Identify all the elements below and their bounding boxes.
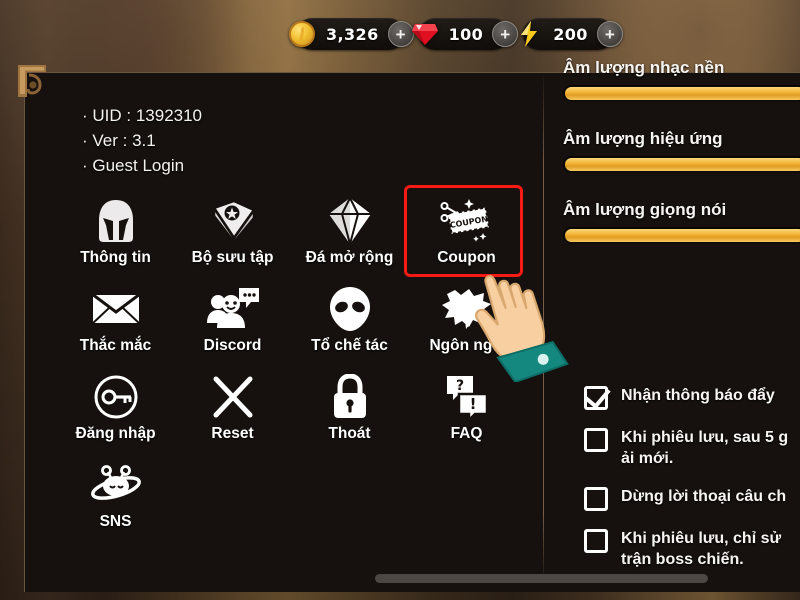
gold-value: 3,326: [326, 24, 379, 44]
coupon-ticket-icon: COUPON: [438, 196, 496, 246]
currency-energy: 200 +: [521, 18, 623, 50]
currency-gem: 100 +: [411, 18, 519, 50]
menu-label: Bộ sưu tập: [191, 249, 274, 266]
menu-label: Thông tin: [80, 249, 151, 266]
speech-burst-icon: [441, 284, 493, 334]
account-info: · UID : 1392310 · Ver : 3.1 · Guest Logi…: [82, 103, 202, 178]
menu-item-thac-mac[interactable]: Thắc mắc: [57, 281, 174, 369]
checkbox-label: Khi phiêu lưu, sau 5 g ải mới.: [621, 429, 789, 467]
gem-icon: [410, 19, 440, 49]
slider-label: Âm lượng hiệu ứng: [563, 129, 723, 148]
diamond-icon: [327, 196, 373, 246]
menu-label: SNS: [99, 513, 132, 530]
menu-grid: Thông tin Bộ sưu tập Đá mở rộng COUPON C…: [57, 185, 527, 545]
checkbox-box[interactable]: [584, 487, 608, 511]
currency-gold: 3,326 +: [289, 18, 414, 50]
menu-item-thong-tin[interactable]: Thông tin: [57, 193, 174, 281]
menu-label: Thoát: [328, 425, 371, 442]
menu-item-to-che-tac[interactable]: Tổ chế tác: [291, 281, 408, 369]
menu-label: Tổ chế tác: [311, 337, 388, 354]
options-checkbox-list: Nhận thông báo đẩy Khi phiêu lưu, sau 5 …: [584, 385, 800, 587]
energy-bolt-icon: [514, 19, 544, 49]
saturn-alien-icon: [90, 460, 142, 510]
faq-bubbles-icon: ? !: [443, 372, 491, 422]
checkbox-label: Dừng lời thoại câu ch: [621, 488, 787, 505]
checkbox-box[interactable]: [584, 428, 608, 452]
menu-item-discord[interactable]: Discord: [174, 281, 291, 369]
svg-text:!: !: [469, 395, 476, 413]
slider-label: Âm lượng giọng nói: [563, 200, 727, 219]
menu-item-faq[interactable]: ? ! FAQ: [408, 369, 525, 457]
gem-value: 100: [448, 24, 484, 44]
currency-bar: 3,326 + 100 + 200 +: [289, 18, 623, 50]
slider-block-sfx: Âm lượng hiệu ứng: [563, 129, 800, 173]
envelope-icon: [90, 284, 142, 334]
menu-item-dang-nhap[interactable]: Đăng nhập: [57, 369, 174, 457]
discord-users-icon: [206, 284, 260, 334]
menu-item-ngon-ngu[interactable]: Ngôn ngữ: [408, 281, 525, 369]
energy-add-button[interactable]: +: [596, 21, 623, 47]
slider-label: Âm lượng nhạc nền: [563, 58, 725, 77]
panel-divider: [543, 72, 544, 584]
checkbox-label: Nhận thông báo đẩy: [621, 387, 775, 404]
lock-icon: [331, 372, 369, 422]
checkbox-row-adventure-stage[interactable]: Khi phiêu lưu, sau 5 g ải mới.: [584, 427, 800, 469]
menu-label: Thắc mắc: [79, 337, 152, 354]
horizontal-scrollbar[interactable]: [375, 574, 708, 583]
version-text: · Ver : 3.1: [82, 131, 156, 150]
checkbox-box[interactable]: [584, 386, 608, 410]
menu-item-reset[interactable]: Reset: [174, 369, 291, 457]
uid-text: · UID : 1392310: [82, 106, 203, 125]
menu-item-thoat[interactable]: Thoát: [291, 369, 408, 457]
slider-block-voice: Âm lượng giọng nói: [563, 200, 800, 244]
menu-label: Reset: [211, 425, 254, 442]
key-circle-icon: [93, 372, 139, 422]
menu-item-sns[interactable]: SNS: [57, 457, 174, 545]
voice-volume-slider[interactable]: [563, 227, 800, 244]
menu-label: Coupon: [437, 249, 496, 266]
slider-fill: [565, 87, 800, 100]
slider-fill: [565, 158, 800, 171]
book-icon: [208, 196, 258, 246]
menu-item-coupon[interactable]: COUPON Coupon: [404, 185, 525, 281]
energy-value: 200: [553, 24, 588, 44]
checkbox-row-push-notifications[interactable]: Nhận thông báo đẩy: [584, 385, 800, 410]
audio-settings: Âm lượng nhạc nền Âm lượng hiệu ứng Âm l…: [563, 58, 800, 271]
menu-label: Discord: [203, 337, 262, 354]
alien-head-icon: [329, 284, 371, 334]
sfx-volume-slider[interactable]: [563, 156, 800, 173]
checkbox-row-skip-dialogue[interactable]: Dừng lời thoại câu ch: [584, 486, 800, 511]
menu-item-da-mo-rong[interactable]: Đá mở rộng: [291, 193, 408, 281]
menu-label: Đá mở rộng: [305, 249, 394, 266]
menu-label: FAQ: [450, 425, 483, 442]
checkbox-row-boss-battle[interactable]: Khi phiêu lưu, chỉ sử trận boss chiến.: [584, 528, 800, 570]
bgm-volume-slider[interactable]: [563, 85, 800, 102]
login-text: · Guest Login: [82, 156, 185, 175]
coin-icon: [287, 19, 317, 49]
menu-label: Đăng nhập: [75, 425, 156, 442]
x-cross-icon: [211, 372, 255, 422]
menu-item-bo-suu-tap[interactable]: Bộ sưu tập: [174, 193, 291, 281]
svg-text:?: ?: [455, 378, 463, 394]
checkbox-box[interactable]: [584, 529, 608, 553]
slider-fill: [565, 229, 800, 242]
helmet-icon: [94, 196, 138, 246]
slider-block-bgm: Âm lượng nhạc nền: [563, 58, 800, 102]
menu-label: Ngôn ngữ: [429, 337, 504, 354]
checkbox-label: Khi phiêu lưu, chỉ sử trận boss chiến.: [621, 530, 782, 568]
